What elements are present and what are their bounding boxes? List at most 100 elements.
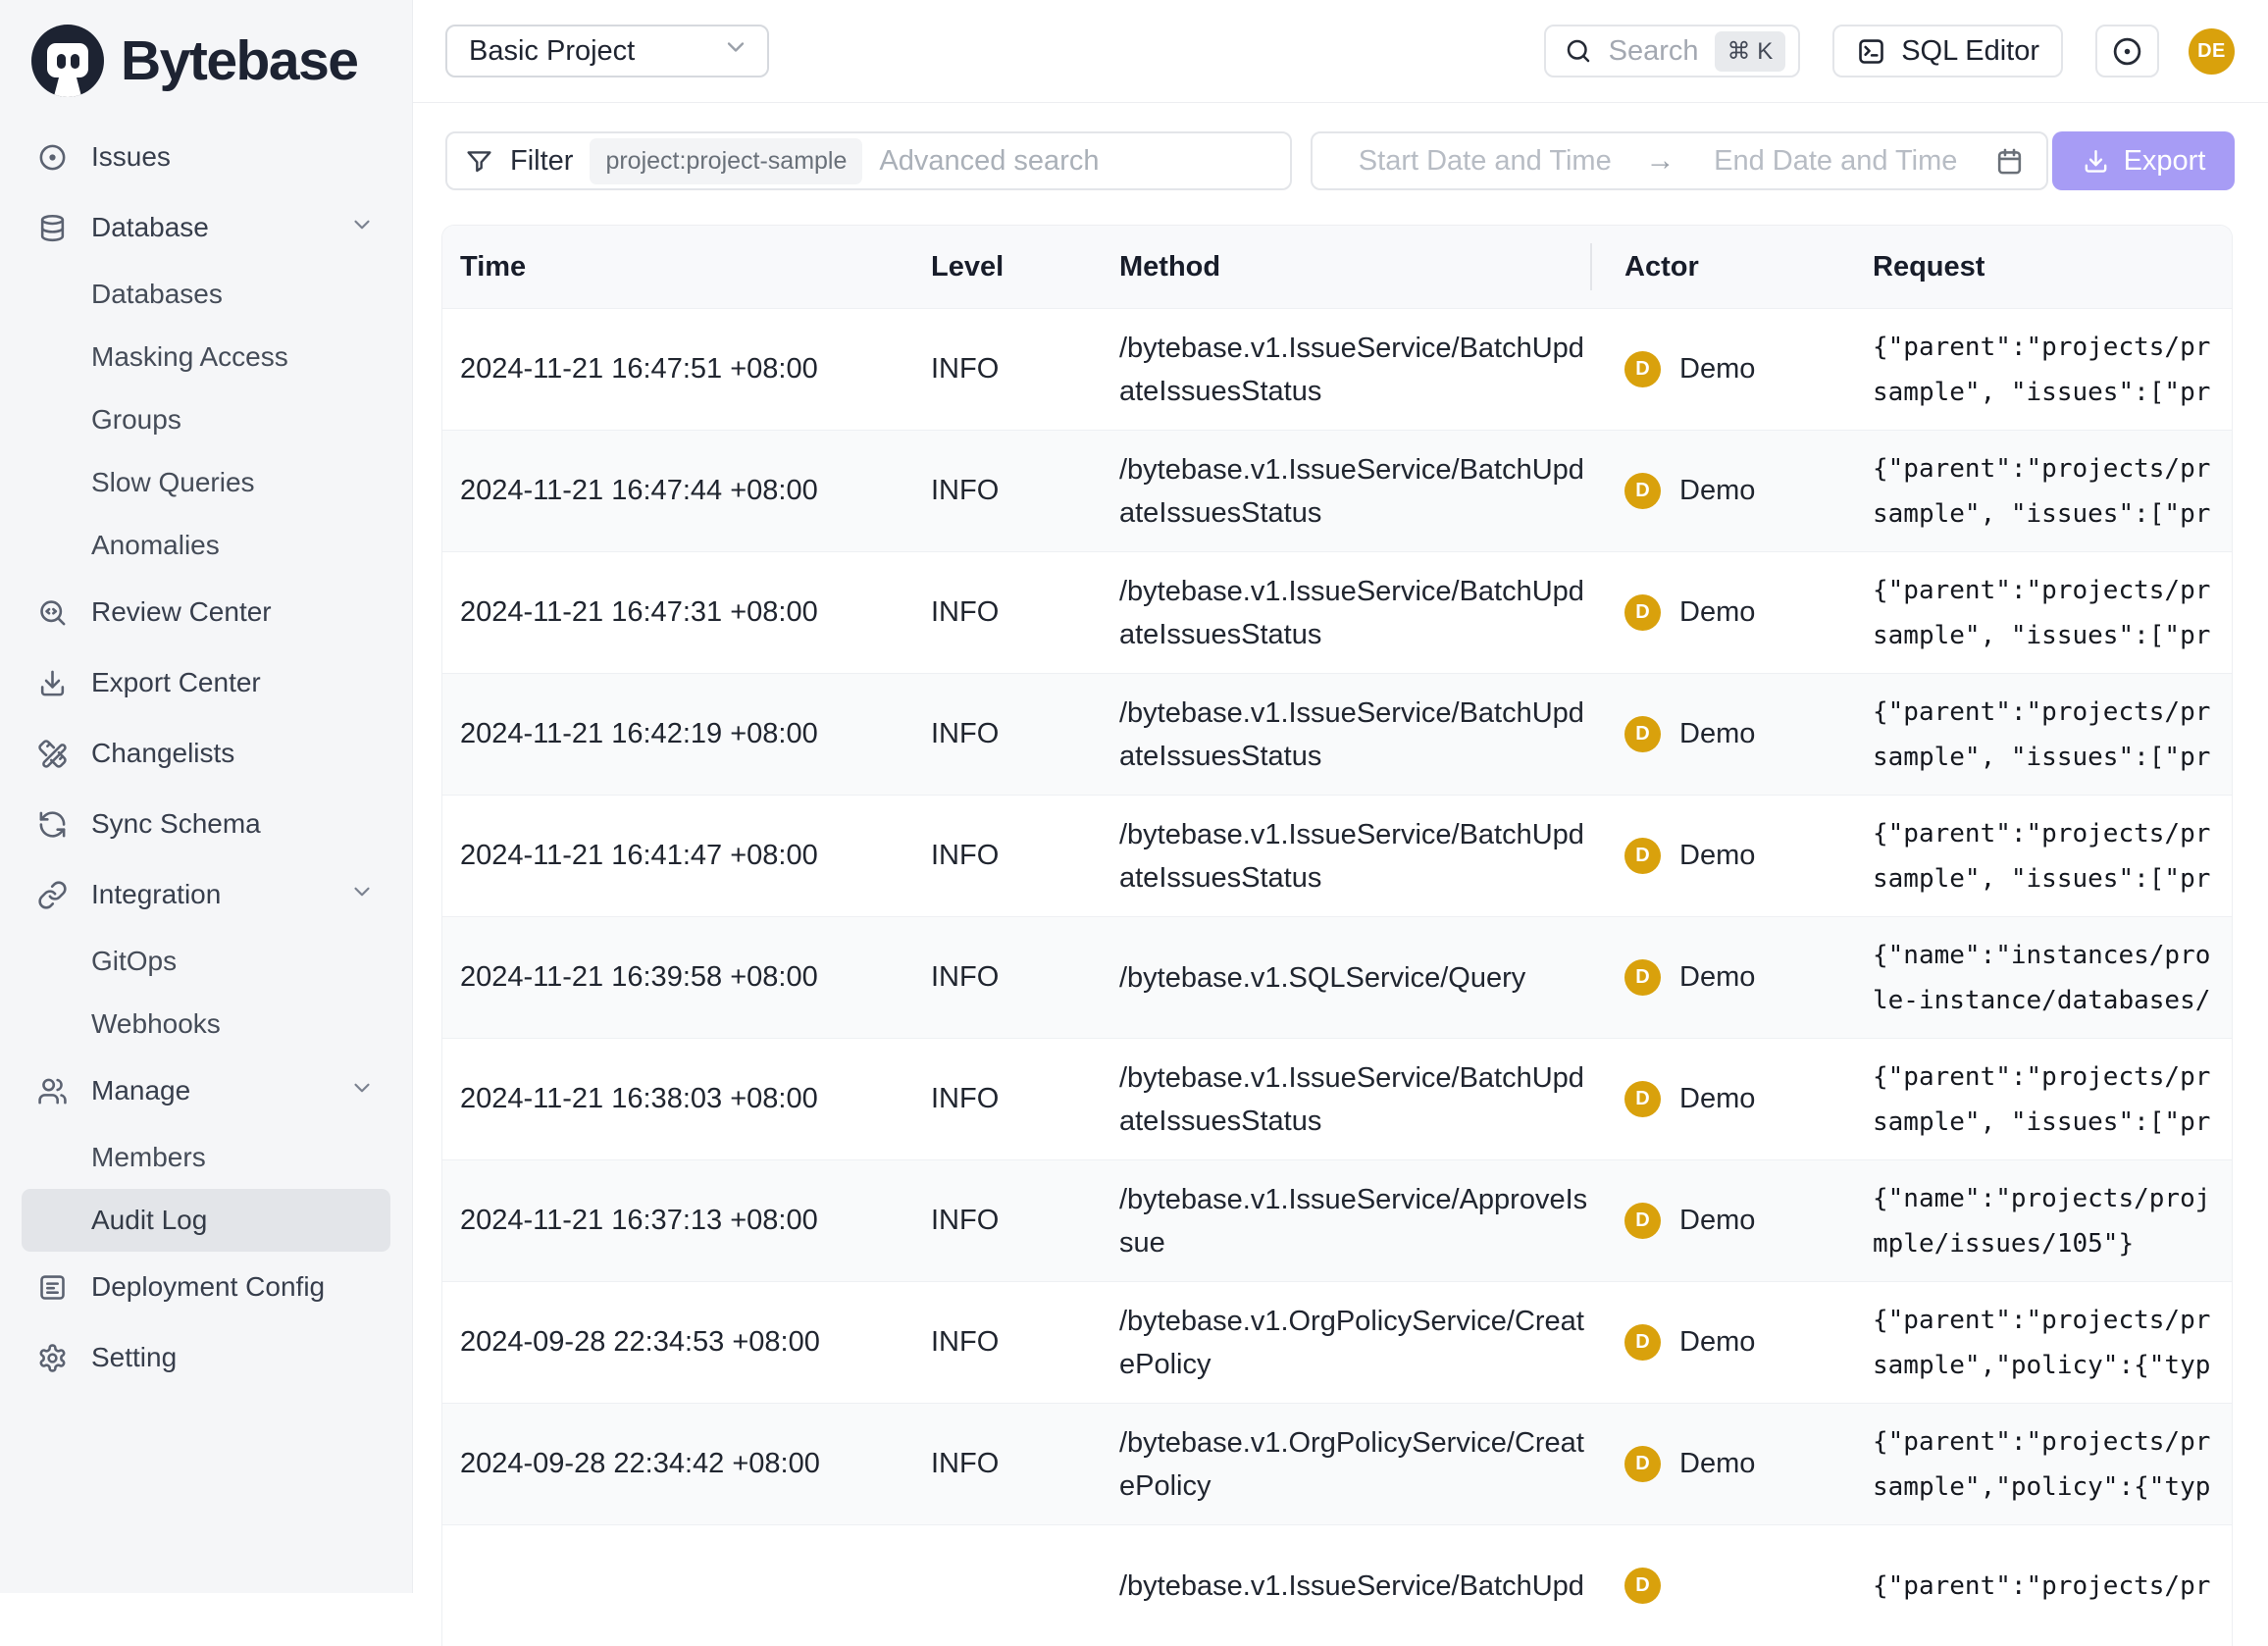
actor-avatar: D [1624, 351, 1661, 387]
cell-level: INFO [931, 961, 1119, 994]
column-divider[interactable] [1590, 243, 1592, 290]
table-row: 2024-09-28 22:34:42 +08:00 INFO /bytebas… [442, 1403, 2232, 1524]
sidebar-item-slow-queries[interactable]: Slow Queries [22, 451, 390, 514]
start-date-placeholder: Start Date and Time [1334, 145, 1636, 178]
table-row: 2024-09-28 22:34:53 +08:00 INFO /bytebas… [442, 1281, 2232, 1403]
topbar: Basic Project Search ⌘ K SQL Editor DE [413, 0, 2268, 103]
bytebase-logo-icon [30, 24, 105, 98]
cell-actor: DDemo [1590, 838, 1873, 874]
cell-level: INFO [931, 1083, 1119, 1115]
sidebar-item-gitops[interactable]: GitOps [22, 930, 390, 993]
chevron-down-icon [722, 33, 749, 69]
cell-method: /bytebase.v1.IssueService/BatchUpd [1119, 1565, 1590, 1608]
help-circle-dot-button[interactable] [2095, 25, 2159, 77]
cell-level: INFO [931, 718, 1119, 750]
cell-actor: DDemo [1590, 1203, 1873, 1239]
cell-request: {"parent":"projects/prsample", "issues":… [1873, 568, 2232, 658]
sidebar: Bytebase Issues Database Databases Maski… [0, 0, 413, 1593]
search-shortcut-badge: ⌘ K [1715, 31, 1786, 72]
cell-request: {"parent":"projects/prsample", "issues":… [1873, 325, 2232, 415]
sidebar-item-anomalies[interactable]: Anomalies [22, 514, 390, 577]
cell-actor: DDemo [1590, 1324, 1873, 1361]
sidebar-item-changelists[interactable]: Changelists [22, 718, 390, 789]
cell-method: /bytebase.v1.IssueService/BatchUpdateIss… [1119, 1056, 1590, 1143]
cell-request: {"parent":"projects/pr [1873, 1564, 2232, 1609]
cell-time: 2024-09-28 22:34:53 +08:00 [442, 1326, 931, 1359]
col-header-level: Level [931, 251, 1119, 283]
col-header-method: Method [1119, 251, 1590, 283]
date-range-input[interactable]: Start Date and Time → End Date and Time [1311, 131, 2048, 190]
main-content: Basic Project Search ⌘ K SQL Editor DE F… [413, 0, 2268, 1593]
cell-request: {"name":"instances/prole-instance/databa… [1873, 933, 2232, 1023]
actor-avatar: D [1624, 473, 1661, 509]
sidebar-item-review-center[interactable]: Review Center [22, 577, 390, 647]
cell-time: 2024-11-21 16:41:47 +08:00 [442, 840, 931, 872]
sidebar-item-setting[interactable]: Setting [22, 1322, 390, 1393]
table-row: 2024-11-21 16:47:51 +08:00 INFO /bytebas… [442, 308, 2232, 430]
sidebar-item-manage[interactable]: Manage [22, 1055, 390, 1126]
database-icon [37, 212, 70, 244]
cell-method: /bytebase.v1.IssueService/BatchUpdateIss… [1119, 570, 1590, 656]
export-button[interactable]: Export [2052, 131, 2235, 190]
cell-time: 2024-11-21 16:37:13 +08:00 [442, 1205, 931, 1237]
table-header: Time Level Method Actor Request [442, 226, 2232, 308]
cell-time: 2024-11-21 16:38:03 +08:00 [442, 1083, 931, 1115]
cell-actor: DDemo [1590, 351, 1873, 387]
search-button[interactable]: Search ⌘ K [1544, 25, 1801, 77]
cell-actor: DDemo [1590, 1446, 1873, 1482]
actor-avatar: D [1624, 1568, 1661, 1604]
sidebar-item-databases[interactable]: Databases [22, 263, 390, 326]
cell-level: INFO [931, 1326, 1119, 1359]
table-row-partial: /bytebase.v1.IssueService/BatchUpd D {"p… [442, 1524, 2232, 1646]
sidebar-item-integration[interactable]: Integration [22, 859, 390, 930]
download-icon [37, 667, 70, 699]
cell-method: /bytebase.v1.IssueService/BatchUpdateIss… [1119, 327, 1590, 413]
brand-logo[interactable]: Bytebase [0, 0, 412, 122]
sidebar-item-database[interactable]: Database [22, 192, 390, 263]
sidebar-item-members[interactable]: Members [22, 1126, 390, 1189]
sidebar-item-sync-schema[interactable]: Sync Schema [22, 789, 390, 859]
end-date-placeholder: End Date and Time [1685, 145, 1987, 178]
sidebar-item-deployment-config[interactable]: Deployment Config [22, 1252, 390, 1322]
cell-time: 2024-11-21 16:42:19 +08:00 [442, 718, 931, 750]
sql-editor-button[interactable]: SQL Editor [1832, 25, 2063, 77]
sidebar-nav: Issues Database Databases Masking Access… [0, 122, 412, 1393]
download-icon [2082, 147, 2110, 176]
users-icon [37, 1075, 70, 1107]
sidebar-item-export-center[interactable]: Export Center [22, 647, 390, 718]
cell-request: {"parent":"projects/prsample", "issues":… [1873, 446, 2232, 537]
sidebar-item-groups[interactable]: Groups [22, 388, 390, 451]
actor-avatar: D [1624, 594, 1661, 631]
actor-avatar: D [1624, 716, 1661, 752]
cell-request: {"parent":"projects/prsample", "issues":… [1873, 811, 2232, 901]
project-select[interactable]: Basic Project [445, 25, 769, 77]
chevron-down-icon [349, 212, 375, 244]
cell-actor: DDemo [1590, 473, 1873, 509]
cell-method: /bytebase.v1.IssueService/BatchUpdateIss… [1119, 448, 1590, 535]
arrow-right-icon: → [1636, 144, 1685, 178]
advanced-search-placeholder: Advanced search [879, 145, 1099, 178]
cell-time: 2024-11-21 16:47:44 +08:00 [442, 475, 931, 507]
cell-method: /bytebase.v1.IssueService/ApproveIssue [1119, 1178, 1590, 1264]
sidebar-item-audit-log[interactable]: Audit Log [22, 1189, 390, 1252]
actor-avatar: D [1624, 959, 1661, 996]
filter-chip-project[interactable]: project:project-sample [590, 138, 862, 184]
sidebar-item-masking-access[interactable]: Masking Access [22, 326, 390, 388]
cell-method: /bytebase.v1.IssueService/BatchUpdateIss… [1119, 813, 1590, 900]
cell-level: INFO [931, 1448, 1119, 1480]
table-row: 2024-11-21 16:39:58 +08:00 INFO /bytebas… [442, 916, 2232, 1038]
table-row: 2024-11-21 16:38:03 +08:00 INFO /bytebas… [442, 1038, 2232, 1159]
actor-avatar: D [1624, 1081, 1661, 1117]
sidebar-item-issues[interactable]: Issues [22, 122, 390, 192]
sidebar-item-webhooks[interactable]: Webhooks [22, 993, 390, 1055]
pencil-ruler-icon [37, 738, 70, 770]
filter-input[interactable]: Filter project:project-sample Advanced s… [445, 131, 1292, 190]
user-avatar[interactable]: DE [2189, 28, 2235, 75]
cell-level: INFO [931, 596, 1119, 629]
circle-dot-icon [37, 141, 70, 174]
table-row: 2024-11-21 16:47:44 +08:00 INFO /bytebas… [442, 430, 2232, 551]
search-placeholder: Search [1609, 35, 1699, 68]
search-icon [1564, 36, 1593, 66]
chevron-down-icon [349, 879, 375, 911]
cell-request: {"parent":"projects/prsample", "issues":… [1873, 1054, 2232, 1145]
